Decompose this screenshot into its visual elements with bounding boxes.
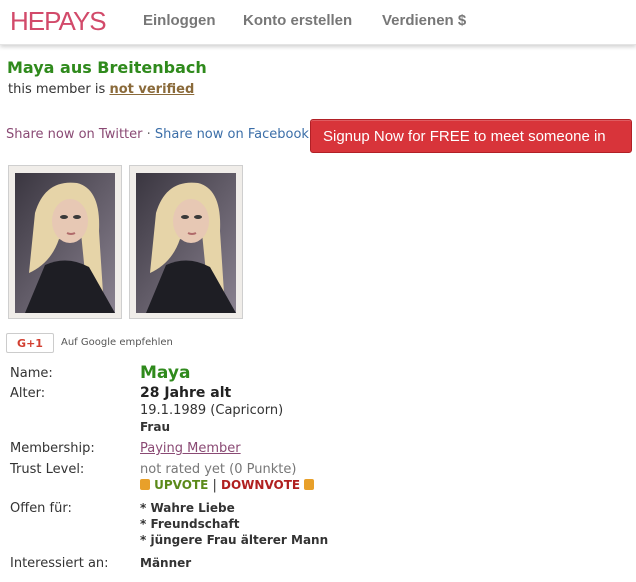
open-for-label: Offen für: (10, 501, 72, 516)
thumbs-down-icon (304, 479, 315, 490)
logo-pays: PAYS (44, 6, 107, 36)
nav-earn[interactable]: Verdienen $ (382, 12, 466, 29)
share-separator: · (146, 127, 151, 142)
site-logo[interactable]: HEPAYS (10, 6, 107, 37)
profile-photo-1[interactable] (8, 165, 122, 319)
verification-status: this member is not verified (8, 82, 194, 97)
photo-image (15, 173, 115, 313)
thumbs-up-icon (140, 479, 150, 490)
google-recommend-text: Auf Google empfehlen (61, 337, 173, 348)
logo-he: HE (10, 6, 45, 36)
open-for-item: * Freundschaft (140, 517, 240, 531)
photo-image (136, 173, 236, 313)
membership-label: Membership: (10, 441, 95, 456)
open-for-item: * jüngere Frau älterer Mann (140, 533, 329, 547)
verification-prefix: this member is (8, 82, 106, 97)
trust-label: Trust Level: (10, 462, 85, 477)
not-verified-link[interactable]: not verified (109, 82, 194, 97)
gender-value: Frau (140, 420, 170, 434)
nav-create-account[interactable]: Konto erstellen (243, 12, 352, 29)
share-facebook-link[interactable]: Share now on Facebook (155, 127, 309, 142)
share-row: Share now on Twitter · Share now on Face… (6, 127, 309, 142)
upvote-link[interactable]: UPVOTE (154, 478, 208, 492)
open-for-item: * Wahre Liebe (140, 501, 235, 515)
share-twitter-link[interactable]: Share now on Twitter (6, 127, 143, 142)
vote-separator: | (212, 478, 217, 493)
profile-photo-2[interactable] (129, 165, 243, 319)
vote-row: UPVOTE | DOWNVOTE (140, 478, 315, 493)
membership-link[interactable]: Paying Member (140, 441, 241, 456)
trust-value: not rated yet (0 Punkte) (140, 462, 297, 477)
name-value: Maya (140, 363, 191, 383)
signup-button[interactable]: Signup Now for FREE to meet someone in (310, 119, 632, 153)
interested-value: Männer (140, 556, 192, 570)
profile-title: Maya aus Breitenbach (7, 58, 207, 77)
name-label: Name: (10, 366, 53, 381)
portrait-illustration (15, 173, 115, 313)
google-plus-button[interactable]: G+1 (6, 333, 54, 353)
portrait-illustration (136, 173, 236, 313)
age-value: 28 Jahre alt (140, 385, 232, 401)
nav-login[interactable]: Einloggen (143, 12, 216, 29)
top-bar: HEPAYS Einloggen Konto erstellen Verdien… (0, 0, 636, 45)
downvote-link[interactable]: DOWNVOTE (221, 478, 300, 492)
birthdate-value: 19.1.1989 (Capricorn) (140, 403, 284, 418)
age-label: Alter: (10, 386, 46, 401)
interested-label: Interessiert an: (10, 556, 109, 571)
